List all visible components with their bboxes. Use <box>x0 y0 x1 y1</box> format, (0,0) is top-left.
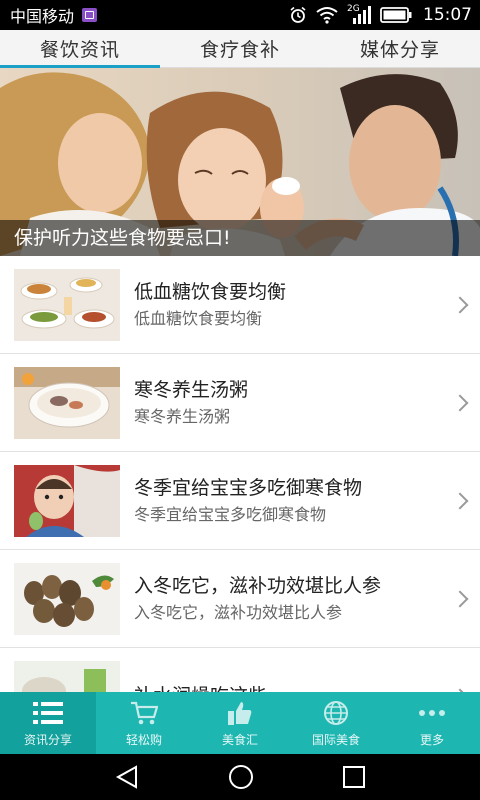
news-title: 补水润燥吃这些 <box>134 683 480 693</box>
news-thumbnail <box>14 464 120 537</box>
news-list: 低血糖饮食要均衡 低血糖饮食要均衡 寒冬养生汤粥 寒冬养生汤粥 冬季宜给宝宝多吃… <box>0 256 480 692</box>
wifi-icon <box>316 7 338 24</box>
status-bar: 中国移动 2G 15:07 <box>0 0 480 30</box>
news-summary: 冬季宜给宝宝多吃御寒食物 <box>134 504 327 524</box>
carrier-name: 中国移动 <box>10 7 75 26</box>
tab-label: 食疗食补 <box>199 39 280 61</box>
alarm-icon <box>290 6 306 23</box>
clock: 15:07 <box>423 5 472 25</box>
cart-icon <box>129 699 159 727</box>
nav-label: 轻松购 <box>125 732 162 747</box>
list-item[interactable]: 寒冬养生汤粥 寒冬养生汤粥 <box>0 354 480 452</box>
news-thumbnail <box>14 268 120 341</box>
more-icon <box>417 699 447 727</box>
status-icons: 2G 15:07 <box>289 4 472 25</box>
news-summary: 寒冬养生汤粥 <box>134 406 231 426</box>
news-title: 冬季宜给宝宝多吃御寒食物 <box>134 476 363 499</box>
baby-photo-image <box>14 464 120 537</box>
tab-label: 餐饮资讯 <box>39 39 120 61</box>
tab-food-therapy[interactable]: 食疗食补 <box>160 30 320 67</box>
tab-media-share[interactable]: 媒体分享 <box>320 30 480 67</box>
news-texts: 入冬吃它，滋补功效堪比人参 入冬吃它，滋补功效堪比人参 <box>134 573 480 625</box>
bottom-nav: 资讯分享 轻松购 美食汇 国际美食 更多 <box>0 692 480 754</box>
hero-banner[interactable]: 保护听力这些食物要忌口! <box>0 68 480 256</box>
back-icon[interactable] <box>114 765 140 789</box>
battery-icon <box>380 7 412 23</box>
gallery-notification-icon <box>82 8 98 22</box>
nav-news-share[interactable]: 资讯分享 <box>0 692 96 754</box>
category-tabs: 餐饮资讯 食疗食补 媒体分享 <box>0 30 480 68</box>
nav-food-gathering[interactable]: 美食汇 <box>192 692 288 754</box>
news-title: 入冬吃它，滋补功效堪比人参 <box>134 574 382 597</box>
news-summary: 入冬吃它，滋补功效堪比人参 <box>134 602 343 622</box>
screen: 中国移动 2G 15:07 餐饮资讯 食疗食补 媒体分享 保护听力这些食物要忌口… <box>0 0 480 800</box>
nav-international-food[interactable]: 国际美食 <box>288 692 384 754</box>
news-title: 寒冬养生汤粥 <box>134 378 249 401</box>
news-texts: 冬季宜给宝宝多吃御寒食物 冬季宜给宝宝多吃御寒食物 <box>134 475 480 527</box>
news-texts: 寒冬养生汤粥 寒冬养生汤粥 <box>134 377 480 429</box>
soup-bowl-image <box>14 366 120 439</box>
news-thumbnail <box>14 366 120 439</box>
news-title: 低血糖饮食要均衡 <box>134 280 287 303</box>
list-item[interactable]: 低血糖饮食要均衡 低血糖饮食要均衡 <box>0 256 480 354</box>
signal-icon <box>353 6 371 24</box>
food-platter-image <box>14 268 120 341</box>
tab-label: 媒体分享 <box>359 39 440 61</box>
nav-label: 更多 <box>419 732 444 747</box>
taro-roots-image <box>14 562 120 635</box>
signal-indicator: 2G <box>347 4 371 24</box>
nav-label: 资讯分享 <box>23 732 72 747</box>
news-summary: 低血糖饮食要均衡 <box>134 308 263 328</box>
thumbs-up-icon <box>225 699 255 727</box>
news-texts: 补水润燥吃这些 <box>134 683 480 693</box>
list-item[interactable]: 入冬吃它，滋补功效堪比人参 入冬吃它，滋补功效堪比人参 <box>0 550 480 648</box>
list-item[interactable]: 冬季宜给宝宝多吃御寒食物 冬季宜给宝宝多吃御寒食物 <box>0 452 480 550</box>
news-texts: 低血糖饮食要均衡 低血糖饮食要均衡 <box>134 279 480 331</box>
nav-easy-buy[interactable]: 轻松购 <box>96 692 192 754</box>
tab-dining-news[interactable]: 餐饮资讯 <box>0 30 160 68</box>
list-icon <box>33 699 63 727</box>
nav-label: 美食汇 <box>221 732 258 747</box>
news-thumbnail <box>14 660 120 692</box>
nav-label: 国际美食 <box>311 732 360 747</box>
home-icon[interactable] <box>228 764 254 790</box>
list-item[interactable]: 补水润燥吃这些 <box>0 648 480 692</box>
hero-caption: 保护听力这些食物要忌口! <box>0 220 480 256</box>
hydrating-food-image <box>14 660 120 692</box>
nav-more[interactable]: 更多 <box>384 692 480 754</box>
system-nav-bar <box>0 754 480 800</box>
recent-apps-icon[interactable] <box>342 765 366 789</box>
globe-icon <box>321 699 351 727</box>
news-thumbnail <box>14 562 120 635</box>
